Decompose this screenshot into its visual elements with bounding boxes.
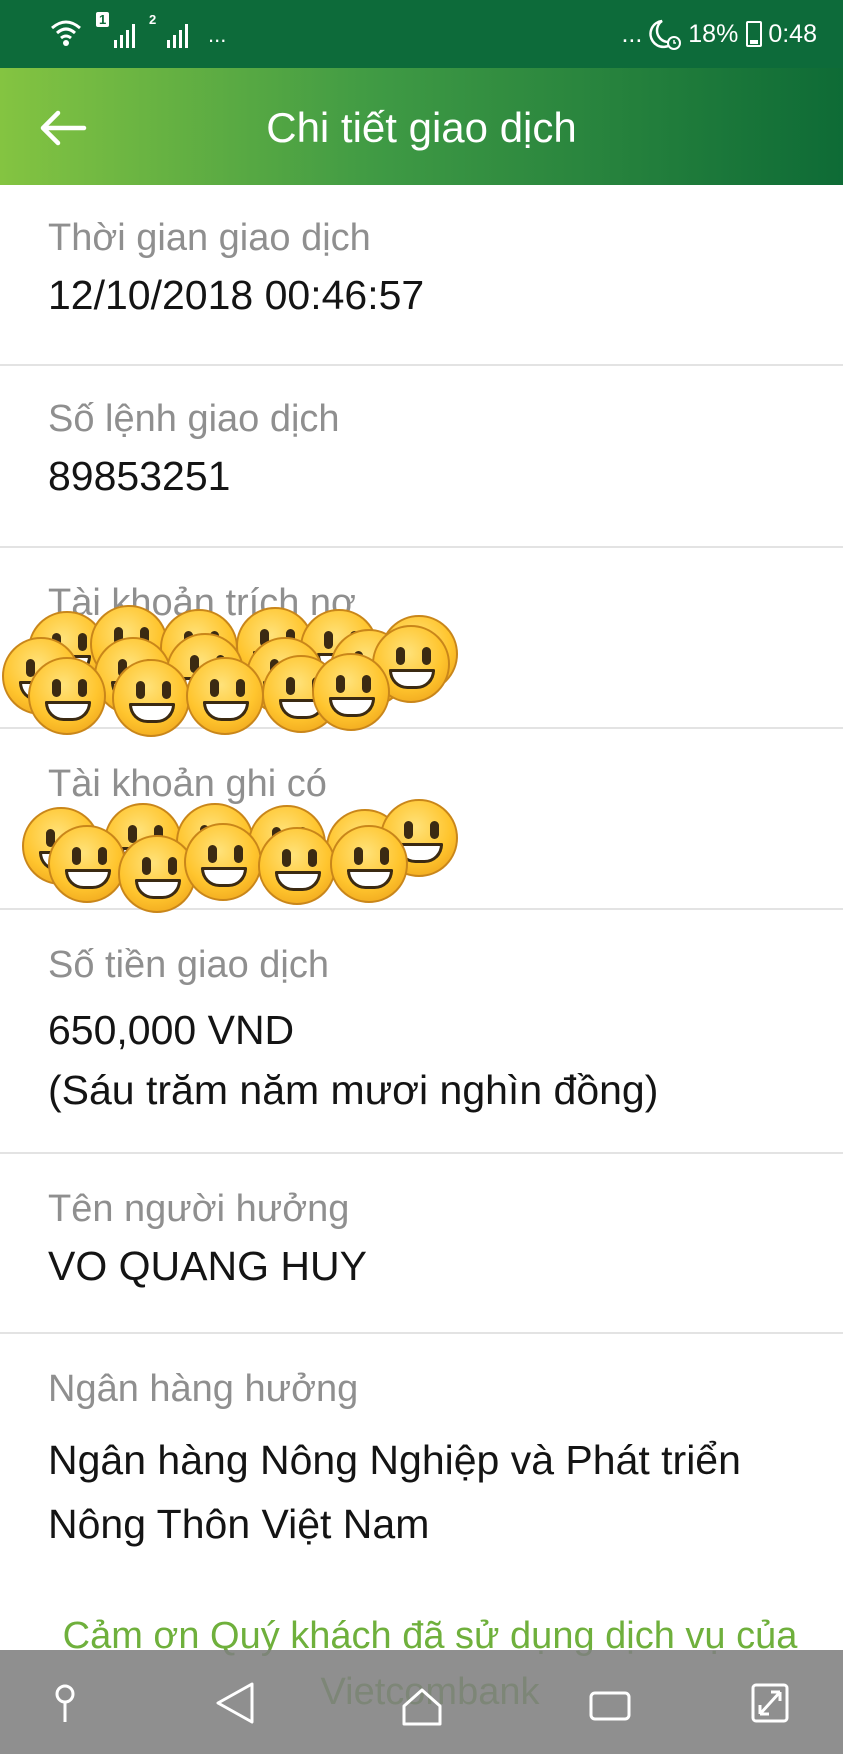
- amount-in-words: (Sáu trăm năm mươi nghìn đồng): [48, 1067, 659, 1113]
- recent-apps-icon[interactable]: [588, 1690, 632, 1722]
- amount-value: 650,000 VND: [48, 1007, 295, 1053]
- time-value: 12/10/2018 00:46:57: [48, 272, 425, 318]
- page-title: Chi tiết giao dịch: [0, 104, 843, 152]
- transaction-details: Thời gian giao dịch 12/10/2018 00:46:57 …: [0, 185, 843, 1584]
- moon-alarm-icon: [649, 19, 682, 50]
- app-header: Chi tiết giao dịch: [0, 68, 843, 185]
- grinning-face-emoji: [48, 825, 126, 903]
- debit-account-redaction: [0, 603, 460, 737]
- signal-sim2-icon: 2: [149, 12, 188, 48]
- status-bar: 1 2 ... ... 18% 0:48: [0, 0, 843, 68]
- back-triangle-icon[interactable]: [214, 1680, 256, 1726]
- home-icon[interactable]: [400, 1686, 444, 1726]
- page-title-text: Chi tiết giao dịch: [266, 104, 577, 151]
- grinning-face-emoji: [28, 657, 106, 735]
- order-value: 89853251: [48, 453, 231, 499]
- detail-row-time: Thời gian giao dịch 12/10/2018 00:46:57: [0, 185, 843, 366]
- battery-icon: [746, 21, 763, 47]
- amount-label: Số tiền giao dịch: [48, 944, 329, 986]
- beneficiary-label: Tên người hưởng: [48, 1188, 350, 1230]
- grinning-face-emoji: [118, 835, 196, 913]
- wifi-icon: [51, 20, 81, 46]
- grinning-face-emoji: [186, 657, 264, 735]
- pin-icon[interactable]: [50, 1680, 80, 1728]
- status-left: 1 2 ...: [50, 12, 227, 48]
- status-left-dots: ...: [208, 22, 227, 47]
- status-right-dots: ...: [621, 19, 643, 48]
- detail-row-beneficiary: Tên người hưởng VO QUANG HUY: [0, 1154, 843, 1334]
- grinning-face-emoji: [112, 659, 190, 737]
- detail-row-amount: Số tiền giao dịch 650,000 VND (Sáu trăm …: [0, 910, 843, 1154]
- battery-percent: 18%: [688, 19, 739, 48]
- navigation-bar: [0, 1650, 843, 1754]
- detail-row-credit-account: Tài khoản ghi có: [0, 729, 843, 913]
- sim2-label: 2: [149, 12, 157, 27]
- grinning-face-emoji: [184, 823, 262, 901]
- detail-row-debit-account: Tài khoản trích nợ: [0, 548, 843, 737]
- expand-icon[interactable]: [750, 1682, 790, 1724]
- grinning-face-emoji: [258, 827, 336, 905]
- detail-row-bank: Ngân hàng hưởng Ngân hàng Nông Nghiệp và…: [0, 1334, 843, 1584]
- bank-value: Ngân hàng Nông Nghiệp và Phát triển Nông…: [48, 1437, 741, 1547]
- signal-sim1-icon: 1: [96, 12, 135, 48]
- status-right: ... 18% 0:48: [621, 18, 817, 50]
- detail-row-order: Số lệnh giao dịch 89853251: [0, 366, 843, 548]
- beneficiary-value: VO QUANG HUY: [48, 1243, 367, 1289]
- grinning-face-emoji: [312, 653, 390, 731]
- grinning-face-emoji: [330, 825, 408, 903]
- credit-account-redaction: [0, 799, 460, 913]
- bank-label: Ngân hàng hưởng: [48, 1368, 359, 1410]
- clock: 0:48: [768, 19, 817, 48]
- time-label: Thời gian giao dịch: [48, 217, 371, 259]
- sim1-label: 1: [96, 12, 110, 27]
- order-label: Số lệnh giao dịch: [48, 398, 340, 440]
